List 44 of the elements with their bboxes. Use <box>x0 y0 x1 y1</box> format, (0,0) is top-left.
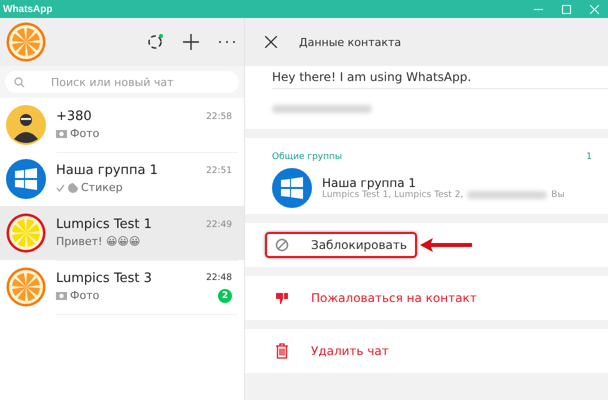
chat-name: +380 <box>56 109 92 124</box>
minimize-icon[interactable] <box>534 8 542 10</box>
group-count: 1 <box>586 152 592 162</box>
message-preview: Фото <box>70 127 100 140</box>
panel-title: Данные контакта <box>299 36 402 48</box>
chat-time: 22:49 <box>206 220 232 230</box>
plus-icon[interactable] <box>180 31 202 53</box>
close-icon[interactable] <box>265 36 277 48</box>
block-icon <box>275 238 289 252</box>
thumbs-down-icon <box>275 291 289 305</box>
chat-item[interactable]: +380 22:58 Фото <box>0 98 244 152</box>
citrus-slice-avatar <box>6 267 46 307</box>
maximize-icon[interactable] <box>562 4 570 14</box>
chat-name: Lumpics Test 1 <box>56 217 152 232</box>
camera-icon <box>56 129 67 138</box>
annotation-arrow <box>418 237 473 253</box>
group-item[interactable]: Наша группа 1 Lumpics Test 1, Lumpics Test 2, Вы <box>272 162 592 214</box>
group-members: Вы <box>551 190 565 200</box>
window-title: WhatsApp <box>2 4 52 14</box>
windows-logo-avatar <box>6 159 46 199</box>
chat-time: 22:58 <box>206 112 232 122</box>
person-avatar <box>6 105 46 145</box>
message-preview: Привет! 😀😀😀 <box>56 235 140 248</box>
lemon-slice-avatar <box>6 213 46 253</box>
group-members: Lumpics Test 1, Lumpics Test 2, <box>322 190 464 200</box>
sticker-icon <box>68 182 78 192</box>
camera-icon <box>56 291 67 300</box>
citrus-slice-avatar <box>6 22 46 62</box>
chat-time: 22:51 <box>206 166 232 176</box>
chat-item[interactable]: Lumpics Test 1 22:49 Привет! 😀😀😀 <box>0 206 244 260</box>
section-heading: Общие группы <box>272 152 342 162</box>
search-field[interactable]: Поиск или новый чат <box>5 71 239 93</box>
action-item[interactable]: Заблокировать <box>265 232 417 258</box>
windows-logo-avatar <box>272 168 312 208</box>
message-preview: Стикер <box>81 181 123 194</box>
chat-time: 22:48 <box>206 273 232 283</box>
trash-icon <box>275 343 289 359</box>
status-text: Hey there! I am using WhatsApp. <box>272 66 608 89</box>
group-name: Наша группа 1 <box>322 176 418 190</box>
chat-name: Наша группа 1 <box>56 163 158 178</box>
chat-item[interactable]: Lumpics Test 3 22:48 Фото 2 <box>0 260 244 314</box>
message-preview: Фото <box>70 289 100 302</box>
chat-name: Lumpics Test 3 <box>56 270 152 286</box>
unread-count: 2 <box>218 288 232 302</box>
